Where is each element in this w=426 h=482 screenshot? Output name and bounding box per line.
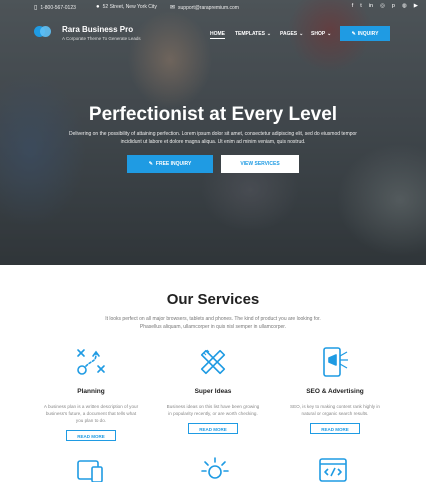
hero-section: ▯ 1-800-567-0123 ● 52 Street, New York C… (0, 0, 426, 265)
read-more-button[interactable]: READ MORE (310, 423, 360, 434)
nav-item-pages[interactable]: PAGES ⌄ (280, 31, 303, 37)
services-subtitle: It looks perfect on all major browsers, … (105, 316, 321, 330)
youtube-icon[interactable]: ▶ (414, 3, 418, 9)
nav-item-home[interactable]: HOME (210, 31, 225, 39)
logo-icon[interactable] (34, 26, 56, 37)
service-card-super-ideas: Super Ideas Business ideas on this list … (165, 346, 261, 436)
hero-description: Delivering on the possibility of attaini… (69, 131, 357, 145)
nav-item-shop[interactable]: SHOP ⌄ (311, 31, 331, 37)
mail-icon: ✉ (170, 5, 176, 11)
brand[interactable]: Rara Business Pro A Corporate Theme To G… (62, 25, 141, 41)
top-bar: ▯ 1-800-567-0123 ● 52 Street, New York C… (0, 0, 426, 14)
email-info[interactable]: ✉ support@rarapremium.com (170, 4, 239, 12)
pencil-ruler-icon (200, 349, 226, 375)
dribbble-icon[interactable]: ◍ (402, 3, 407, 9)
service-card-planning: Planning A business plan is a written de… (43, 346, 139, 443)
phone-info[interactable]: ▯ 1-800-567-0123 (34, 4, 76, 12)
instagram-icon[interactable]: ◎ (380, 3, 385, 9)
devices-icon (77, 460, 103, 482)
edit-icon: ✎ (148, 161, 153, 167)
free-inquiry-button[interactable]: ✎ FREE INQUIRY (127, 155, 213, 173)
pinterest-icon[interactable]: p (392, 3, 395, 9)
edit-icon: ✎ (351, 30, 356, 37)
location-pin-icon: ● (96, 4, 100, 10)
social-links: f t in ◎ p ◍ ▶ (352, 3, 418, 9)
chevron-down-icon: ⌄ (327, 31, 332, 37)
site-title: Rara Business Pro (62, 25, 134, 34)
service-card-seo: SEO & Advertising SEO, is key to making … (287, 346, 383, 436)
services-title: Our Services (166, 291, 260, 308)
twitter-icon[interactable]: t (360, 3, 362, 9)
hero-title: Perfectionist at Every Level (88, 104, 338, 125)
chevron-down-icon: ⌄ (299, 31, 304, 37)
inquiry-button[interactable]: ✎ INQUIRY (340, 26, 390, 41)
read-more-button[interactable]: READ MORE (66, 430, 116, 441)
facebook-icon[interactable]: f (352, 3, 354, 9)
site-tagline: A Corporate Theme To Generate Leads (62, 36, 141, 41)
nav-item-templates[interactable]: TEMPLATES ⌄ (235, 31, 271, 37)
phone-icon: ▯ (34, 5, 38, 11)
megaphone-phone-icon (323, 347, 348, 377)
address-info: ● 52 Street, New York City (96, 4, 157, 10)
read-more-button[interactable]: READ MORE (188, 423, 238, 434)
linkedin-icon[interactable]: in (369, 3, 373, 9)
code-window-icon (319, 458, 347, 482)
chevron-down-icon: ⌄ (266, 31, 272, 37)
planning-icon (77, 349, 105, 375)
view-services-button[interactable]: VIEW SERVICES (221, 155, 299, 173)
lightbulb-icon (201, 457, 229, 479)
